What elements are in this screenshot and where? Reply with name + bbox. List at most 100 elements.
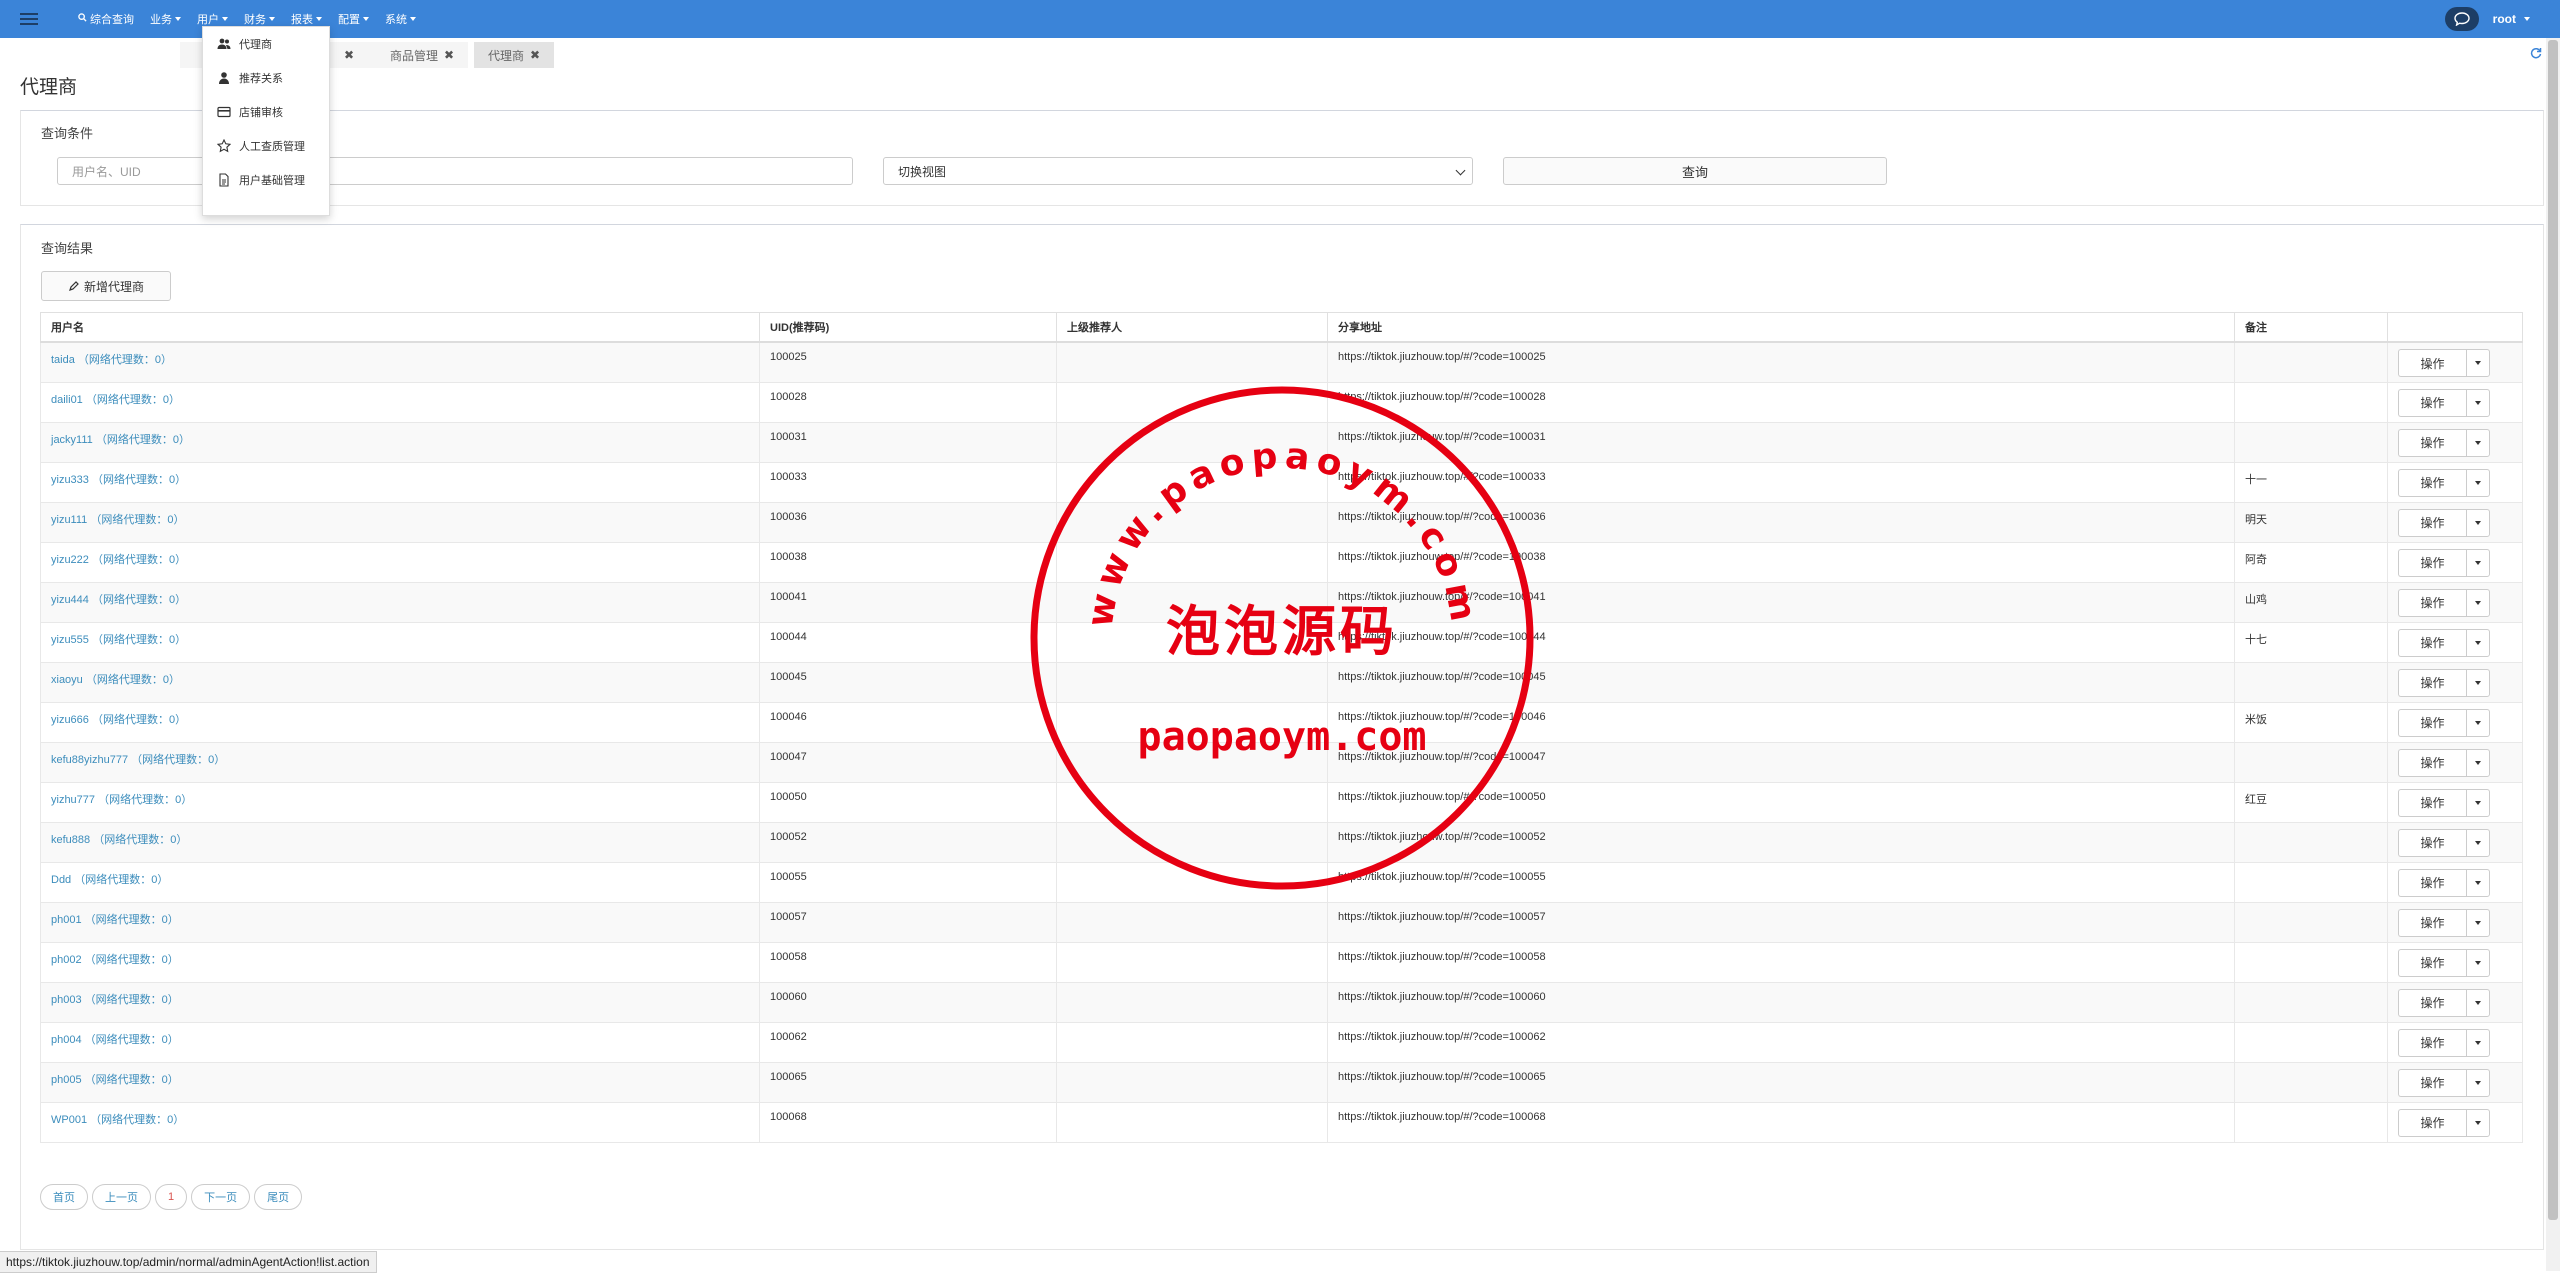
action-button[interactable]: 操作 [2398, 349, 2466, 377]
current-page[interactable]: 1 [155, 1184, 188, 1210]
dropdown-item[interactable]: 代理商 [203, 27, 329, 61]
agent-sub-count: （网络代理数：0） [91, 633, 187, 646]
agent-link[interactable]: ph005 （网络代理数：0） [51, 1074, 179, 1086]
agent-link[interactable]: Ddd （网络代理数：0） [51, 874, 168, 886]
close-icon[interactable]: ✖ [530, 48, 540, 62]
action-dropdown-toggle[interactable] [2466, 828, 2490, 857]
agent-link[interactable]: ph001 （网络代理数：0） [51, 914, 179, 926]
agent-link[interactable]: yizu111 （网络代理数：0） [51, 514, 184, 526]
document-icon [217, 173, 239, 187]
nav-menu-item[interactable]: 财务 [244, 11, 275, 27]
agent-link[interactable]: ph004 （网络代理数：0） [51, 1034, 179, 1046]
action-dropdown-toggle[interactable] [2466, 588, 2490, 617]
cell-uid: 100052 [759, 821, 1057, 863]
table-row: ph001 （网络代理数：0） 100057 https://tiktok.jiuz… [40, 901, 2523, 943]
agent-link[interactable]: yizu666 （网络代理数：0） [51, 714, 186, 726]
action-button[interactable]: 操作 [2398, 748, 2466, 777]
nav-menu-item[interactable]: 综合查询 [78, 11, 134, 27]
action-button[interactable]: 操作 [2398, 908, 2466, 937]
action-dropdown-toggle[interactable] [2466, 468, 2490, 497]
action-dropdown-toggle[interactable] [2466, 1068, 2490, 1097]
last-page-button[interactable]: 尾页 [254, 1184, 303, 1210]
action-dropdown-toggle[interactable] [2466, 1028, 2490, 1057]
sidebar-toggle-button[interactable] [0, 0, 58, 38]
action-button[interactable]: 操作 [2398, 708, 2466, 737]
close-icon[interactable]: ✖ [344, 48, 354, 62]
action-button-group: 操作 [2398, 388, 2512, 417]
action-button[interactable]: 操作 [2398, 1108, 2466, 1137]
dropdown-item[interactable]: 店铺审核 [203, 95, 329, 129]
action-dropdown-toggle[interactable] [2466, 708, 2490, 737]
next-page-button[interactable]: 下一页 [191, 1184, 251, 1210]
action-button[interactable]: 操作 [2398, 788, 2466, 817]
action-dropdown-toggle[interactable] [2466, 388, 2490, 417]
chevron-down-icon [175, 17, 181, 21]
action-button[interactable]: 操作 [2398, 628, 2466, 657]
action-button[interactable]: 操作 [2398, 948, 2466, 977]
action-dropdown-toggle[interactable] [2466, 868, 2490, 897]
agent-link[interactable]: kefu88yizhu777 （网络代理数：0） [51, 754, 225, 766]
dropdown-item[interactable]: 人工查质管理 [203, 129, 329, 163]
nav-menu-item[interactable]: 用户 [197, 11, 228, 27]
close-icon[interactable]: ✖ [444, 48, 454, 62]
action-button[interactable]: 操作 [2398, 588, 2466, 617]
action-button[interactable]: 操作 [2398, 668, 2466, 697]
action-button[interactable]: 操作 [2398, 1068, 2466, 1097]
scrollbar-thumb[interactable] [2548, 40, 2558, 1220]
search-input[interactable]: 用户名、UID [57, 157, 853, 185]
action-button[interactable]: 操作 [2398, 388, 2466, 417]
tab-product-management[interactable]: 商品管理 ✖ [376, 42, 469, 68]
user-menu[interactable]: root [2493, 12, 2530, 26]
agent-link[interactable]: jacky111 （网络代理数：0） [51, 434, 190, 446]
prev-page-button[interactable]: 上一页 [92, 1184, 151, 1210]
nav-menu-item[interactable]: 配置 [338, 11, 369, 27]
agent-link[interactable]: ph002 （网络代理数：0） [51, 954, 179, 966]
action-dropdown-toggle[interactable] [2466, 628, 2490, 657]
action-dropdown-toggle[interactable] [2466, 748, 2490, 777]
agent-name: kefu88yizhu777 [51, 753, 129, 766]
nav-menu-item[interactable]: 报表 [291, 11, 322, 27]
action-button[interactable]: 操作 [2398, 828, 2466, 857]
view-select[interactable]: 切换视图 [883, 157, 1473, 185]
action-button[interactable]: 操作 [2398, 868, 2466, 897]
agent-link[interactable]: kefu888 （网络代理数：0） [51, 834, 187, 846]
agent-name: xiaoyu [51, 673, 83, 686]
action-dropdown-toggle[interactable] [2466, 428, 2490, 457]
action-button[interactable]: 操作 [2398, 428, 2466, 457]
action-dropdown-toggle[interactable] [2466, 988, 2490, 1017]
action-dropdown-toggle[interactable] [2466, 788, 2490, 817]
action-button[interactable]: 操作 [2398, 548, 2466, 577]
agent-link[interactable]: yizu444 （网络代理数：0） [51, 594, 186, 606]
action-button[interactable]: 操作 [2398, 1028, 2466, 1057]
agent-link[interactable]: daili01 （网络代理数：0） [51, 394, 180, 406]
action-button[interactable]: 操作 [2398, 468, 2466, 497]
dropdown-item[interactable]: 推荐关系 [203, 61, 329, 95]
agent-link[interactable]: taida （网络代理数：0） [51, 354, 172, 366]
action-button[interactable]: 操作 [2398, 508, 2466, 537]
query-button[interactable]: 查询 [1503, 157, 1887, 185]
agent-link[interactable]: xiaoyu （网络代理数：0） [51, 674, 180, 686]
agent-link[interactable]: ph003 （网络代理数：0） [51, 994, 179, 1006]
action-dropdown-toggle[interactable] [2466, 548, 2490, 577]
dropdown-item[interactable]: 用户基础管理 [203, 163, 329, 197]
agent-link[interactable]: yizu333 （网络代理数：0） [51, 474, 186, 486]
chat-button[interactable] [2444, 7, 2479, 31]
action-dropdown-toggle[interactable] [2466, 948, 2490, 977]
action-dropdown-toggle[interactable] [2466, 508, 2490, 537]
agent-link[interactable]: WP001 （网络代理数：0） [51, 1114, 184, 1126]
action-dropdown-toggle[interactable] [2466, 668, 2490, 697]
cell-note [2234, 861, 2388, 903]
add-agent-button[interactable]: 新增代理商 [41, 271, 171, 301]
action-dropdown-toggle[interactable] [2466, 1108, 2490, 1137]
action-button[interactable]: 操作 [2398, 988, 2466, 1017]
agent-link[interactable]: yizu555 （网络代理数：0） [51, 634, 186, 646]
action-dropdown-toggle[interactable] [2466, 349, 2490, 377]
action-dropdown-toggle[interactable] [2466, 908, 2490, 937]
first-page-button[interactable]: 首页 [40, 1184, 88, 1210]
tab-agents[interactable]: 代理商 ✖ [474, 42, 555, 68]
nav-menu-item[interactable]: 业务 [150, 11, 181, 27]
agent-link[interactable]: yizhu777 （网络代理数：0） [51, 794, 192, 806]
agent-link[interactable]: yizu222 （网络代理数：0） [51, 554, 186, 566]
refresh-icon[interactable] [2530, 47, 2542, 62]
nav-menu-item[interactable]: 系统 [385, 11, 416, 27]
